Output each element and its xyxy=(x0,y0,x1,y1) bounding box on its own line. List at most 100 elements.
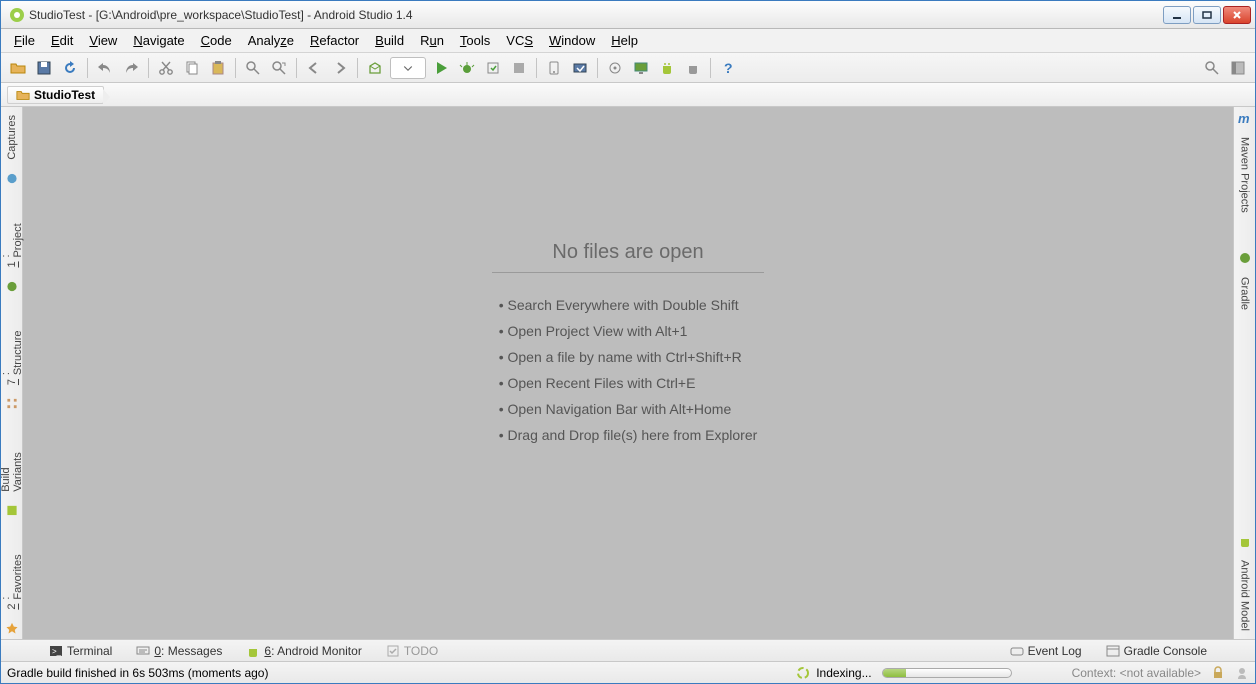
todo-icon xyxy=(386,644,400,658)
separator xyxy=(148,58,149,78)
menu-window[interactable]: Window xyxy=(542,31,602,50)
menu-edit[interactable]: Edit xyxy=(44,31,80,50)
run-icon[interactable] xyxy=(430,57,452,79)
separator xyxy=(536,58,537,78)
monitor-icon[interactable] xyxy=(630,57,652,79)
tool-window-maven[interactable]: Maven Projects xyxy=(1239,133,1251,217)
tool-window-terminal[interactable]: >_ Terminal xyxy=(45,642,116,660)
stop-icon[interactable] xyxy=(508,57,530,79)
title-bar: StudioTest - [G:\Android\pre_workspace\S… xyxy=(1,1,1255,29)
messages-icon xyxy=(136,644,150,658)
paste-icon[interactable] xyxy=(207,57,229,79)
tool-window-gradle-console[interactable]: Gradle Console xyxy=(1102,642,1211,660)
menu-refactor[interactable]: Refactor xyxy=(303,31,366,50)
android-gray-icon[interactable] xyxy=(682,57,704,79)
build-variants-icon xyxy=(5,504,19,517)
tool-window-android-model[interactable]: Android Model xyxy=(1239,556,1251,635)
window-title: StudioTest - [G:\Android\pre_workspace\S… xyxy=(29,8,1163,22)
avd-manager-icon[interactable] xyxy=(543,57,565,79)
redo-icon[interactable] xyxy=(120,57,142,79)
menu-code[interactable]: Code xyxy=(194,31,239,50)
menu-run[interactable]: Run xyxy=(413,31,451,50)
spinner-icon xyxy=(796,666,810,680)
structure-icon xyxy=(5,397,19,410)
terminal-icon: >_ xyxy=(49,644,63,658)
search-everywhere-icon[interactable] xyxy=(1201,57,1223,79)
menu-help[interactable]: Help xyxy=(604,31,645,50)
tip: • Open Project View with Alt+1 xyxy=(499,323,758,339)
sdk-manager-icon[interactable] xyxy=(569,57,591,79)
debug-icon[interactable] xyxy=(456,57,478,79)
find-icon[interactable] xyxy=(242,57,264,79)
breadcrumb-project-label: StudioTest xyxy=(34,88,95,102)
tool-window-todo[interactable]: TODO xyxy=(382,642,442,660)
tool-window-gradle[interactable]: Gradle xyxy=(1239,273,1251,314)
attach-debugger-icon[interactable] xyxy=(482,57,504,79)
breadcrumb: StudioTest xyxy=(1,83,1255,107)
cut-icon[interactable] xyxy=(155,57,177,79)
open-icon[interactable] xyxy=(7,57,29,79)
tool-window-android-monitor[interactable]: 6: Android Monitor xyxy=(242,642,365,660)
copy-icon[interactable] xyxy=(181,57,203,79)
ddms-icon[interactable] xyxy=(604,57,626,79)
favorites-icon xyxy=(5,622,19,635)
captures-icon xyxy=(5,172,19,185)
android-icon xyxy=(246,644,260,658)
separator xyxy=(357,58,358,78)
indexing-progress xyxy=(882,668,1012,678)
lock-icon[interactable] xyxy=(1211,666,1225,680)
main-area: Captures 1: Project 7: Structure Build V… xyxy=(1,107,1255,639)
maximize-button[interactable] xyxy=(1193,6,1221,24)
gradle-console-icon xyxy=(1106,644,1120,658)
tool-window-project[interactable]: 1: Project xyxy=(0,217,24,272)
gradle-icon xyxy=(1238,251,1252,265)
tool-windows-icon[interactable] xyxy=(1227,57,1249,79)
menu-analyze[interactable]: Analyze xyxy=(241,31,301,50)
tool-window-event-log[interactable]: Event Log xyxy=(1006,642,1086,660)
tip: • Search Everywhere with Double Shift xyxy=(499,297,758,313)
menu-view[interactable]: View xyxy=(82,31,124,50)
menu-vcs[interactable]: VCS xyxy=(499,31,540,50)
minimize-button[interactable] xyxy=(1163,6,1191,24)
folder-icon xyxy=(16,88,30,102)
tool-window-build-variants[interactable]: Build Variants xyxy=(0,426,24,496)
separator xyxy=(235,58,236,78)
undo-icon[interactable] xyxy=(94,57,116,79)
close-button[interactable] xyxy=(1223,6,1251,24)
editor-empty-title: No files are open xyxy=(492,237,763,273)
back-icon[interactable] xyxy=(303,57,325,79)
hector-icon[interactable] xyxy=(1235,666,1249,680)
menu-bar: File Edit View Navigate Code Analyze Ref… xyxy=(1,29,1255,53)
make-project-icon[interactable] xyxy=(364,57,386,79)
breadcrumb-project[interactable]: StudioTest xyxy=(7,86,104,104)
menu-build[interactable]: Build xyxy=(368,31,411,50)
separator xyxy=(597,58,598,78)
replace-icon[interactable] xyxy=(268,57,290,79)
tip: • Drag and Drop file(s) here from Explor… xyxy=(499,427,758,443)
right-tool-gutter: m Maven Projects Gradle Android Model xyxy=(1233,107,1255,639)
help-icon[interactable]: ? xyxy=(717,57,739,79)
separator xyxy=(296,58,297,78)
run-config-dropdown[interactable] xyxy=(390,57,426,79)
menu-navigate[interactable]: Navigate xyxy=(126,31,191,50)
tool-window-captures[interactable]: Captures xyxy=(6,111,18,164)
forward-icon[interactable] xyxy=(329,57,351,79)
menu-file[interactable]: File xyxy=(7,31,42,50)
android-green-icon[interactable] xyxy=(656,57,678,79)
tool-window-favorites[interactable]: 2: Favorites xyxy=(0,549,24,614)
app-icon xyxy=(9,7,25,23)
bottom-tool-bar: >_ Terminal 0: Messages 6: Android Monit… xyxy=(1,639,1255,661)
status-indexing: Indexing... xyxy=(796,666,871,680)
tool-window-structure[interactable]: 7: Structure xyxy=(0,325,24,389)
status-context[interactable]: Context: <not available> xyxy=(1072,666,1201,680)
svg-text:m: m xyxy=(1238,111,1250,125)
editor-tips: • Search Everywhere with Double Shift • … xyxy=(499,297,758,443)
tip: • Open Recent Files with Ctrl+E xyxy=(499,375,758,391)
separator xyxy=(710,58,711,78)
maven-icon: m xyxy=(1238,111,1252,125)
editor-empty-state[interactable]: No files are open • Search Everywhere wi… xyxy=(23,107,1233,639)
refresh-icon[interactable] xyxy=(59,57,81,79)
save-icon[interactable] xyxy=(33,57,55,79)
menu-tools[interactable]: Tools xyxy=(453,31,497,50)
tool-window-messages[interactable]: 0: Messages xyxy=(132,642,226,660)
